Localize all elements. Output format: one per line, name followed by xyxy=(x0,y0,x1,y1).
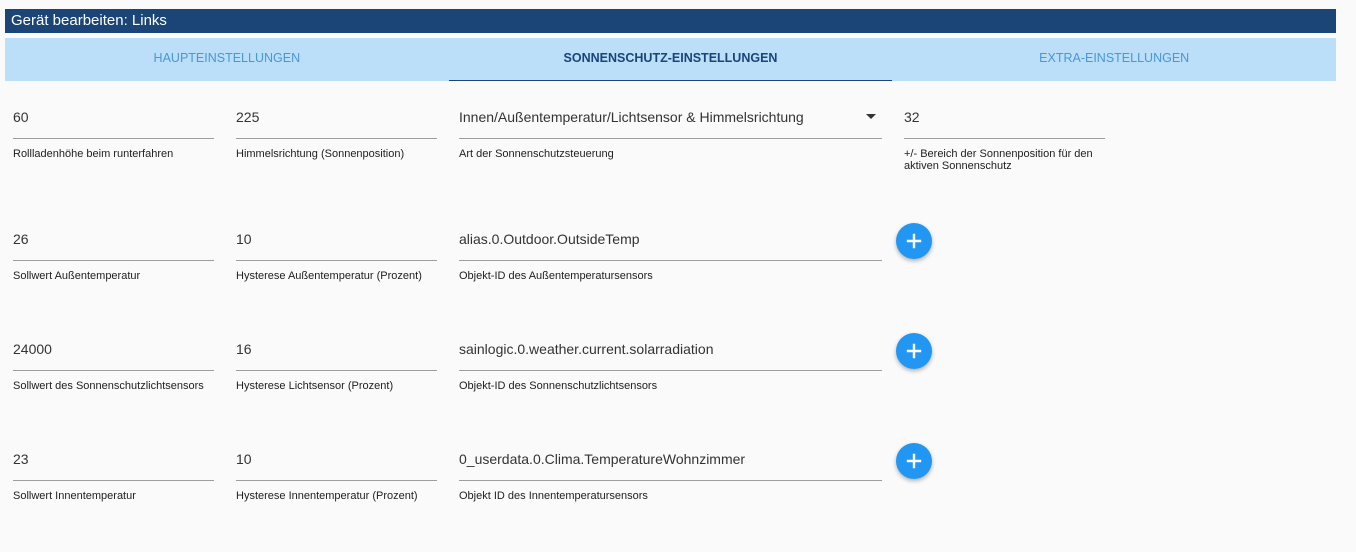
aussentemperatursensor-id-label: Objekt-ID des Außentemperatursensors xyxy=(459,270,653,282)
sonnenschutzsteuerung-label: Art der Sonnenschutzsteuerung xyxy=(459,148,614,160)
sollwert-lichtsensor-label: Sollwert des Sonnenschutzlichtsensors xyxy=(13,380,204,392)
sollwert-aussentemperatur-input[interactable]: 26 xyxy=(13,221,214,261)
tab-extra-einstellungen[interactable]: EXTRA-EINSTELLUNGEN xyxy=(892,38,1336,81)
tab-bar: HAUPTEINSTELLUNGEN SONNENSCHUTZ-EINSTELL… xyxy=(5,38,1336,81)
arrow-drop-down-icon xyxy=(866,114,876,119)
sonnenposition-bereich-field: 32 +/- Bereich der Sonnenposition für de… xyxy=(904,99,1105,172)
aussentemperatursensor-id-input[interactable]: alias.0.Outdoor.OutsideTemp xyxy=(459,221,882,261)
sollwert-aussentemperatur-field: 26 Sollwert Außentemperatur xyxy=(13,221,214,282)
sonnenschutzsteuerung-field: Innen/Außentemperatur/Lichtsensor & Himm… xyxy=(459,99,882,160)
sonnenschutzsteuerung-select[interactable]: Innen/Außentemperatur/Lichtsensor & Himm… xyxy=(459,99,882,139)
hysterese-lichtsensor-input[interactable]: 16 xyxy=(236,331,437,371)
hysterese-innentemperatur-input[interactable]: 10 xyxy=(236,441,437,481)
himmelsrichtung-label: Himmelsrichtung (Sonnenposition) xyxy=(236,148,405,160)
lichtsensor-id-field: sainlogic.0.weather.current.solarradiati… xyxy=(459,331,882,392)
rollladenhoehe-field: 60 Rollladenhöhe beim runterfahren xyxy=(13,99,214,160)
sollwert-innentemperatur-input[interactable]: 23 xyxy=(13,441,214,481)
himmelsrichtung-field: 225 Himmelsrichtung (Sonnenposition) xyxy=(236,99,437,160)
aussentemperatursensor-id-field: alias.0.Outdoor.OutsideTemp Objekt-ID de… xyxy=(459,221,882,282)
innentemperatursensor-id-input[interactable]: 0_userdata.0.Clima.TemperatureWohnzimmer xyxy=(459,441,882,481)
sollwert-lichtsensor-field: 24000 Sollwert des Sonnenschutzlichtsens… xyxy=(13,331,214,392)
sollwert-aussentemperatur-label: Sollwert Außentemperatur xyxy=(13,270,141,282)
hysterese-lichtsensor-label: Hysterese Lichtsensor (Prozent) xyxy=(236,380,394,392)
hysterese-innentemperatur-field: 10 Hysterese Innentemperatur (Prozent) xyxy=(236,441,437,502)
hysterese-aussentemperatur-field: 10 Hysterese Außentemperatur (Prozent) xyxy=(236,221,437,282)
hysterese-innentemperatur-label: Hysterese Innentemperatur (Prozent) xyxy=(236,490,418,502)
lichtsensor-id-label: Objekt-ID des Sonnenschutzlichtsensors xyxy=(459,380,658,392)
add-innentemperatursensor-button[interactable] xyxy=(896,443,932,479)
plus-icon xyxy=(906,343,922,359)
add-lichtsensor-button[interactable] xyxy=(896,333,932,369)
hysterese-aussentemperatur-label: Hysterese Außentemperatur (Prozent) xyxy=(236,270,422,282)
plus-icon xyxy=(906,453,922,469)
rollladenhoehe-label: Rollladenhöhe beim runterfahren xyxy=(13,148,174,160)
innentemperatursensor-id-field: 0_userdata.0.Clima.TemperatureWohnzimmer… xyxy=(459,441,882,502)
plus-icon xyxy=(906,233,922,249)
hysterese-aussentemperatur-input[interactable]: 10 xyxy=(236,221,437,261)
sonnenschutzsteuerung-selected-value: Innen/Außentemperatur/Lichtsensor & Himm… xyxy=(459,109,804,125)
himmelsrichtung-input[interactable]: 225 xyxy=(236,99,437,139)
add-aussentemperatursensor-button[interactable] xyxy=(896,223,932,259)
innentemperatursensor-id-label: Objekt ID des Innentemperatursensors xyxy=(459,490,648,502)
tab-haupteinstellungen[interactable]: HAUPTEINSTELLUNGEN xyxy=(5,38,449,81)
lichtsensor-id-input[interactable]: sainlogic.0.weather.current.solarradiati… xyxy=(459,331,882,371)
dialog-title: Gerät bearbeiten: Links xyxy=(5,9,1336,33)
sollwert-lichtsensor-input[interactable]: 24000 xyxy=(13,331,214,371)
sollwert-innentemperatur-label: Sollwert Innentemperatur xyxy=(13,490,136,502)
hysterese-lichtsensor-field: 16 Hysterese Lichtsensor (Prozent) xyxy=(236,331,437,392)
tab-sonnenschutz-einstellungen[interactable]: SONNENSCHUTZ-EINSTELLUNGEN xyxy=(448,38,893,81)
sonnenposition-bereich-label: +/- Bereich der Sonnenposition für den a… xyxy=(904,148,1093,172)
sollwert-innentemperatur-field: 23 Sollwert Innentemperatur xyxy=(13,441,214,502)
rollladenhoehe-input[interactable]: 60 xyxy=(13,99,214,139)
sonnenposition-bereich-input[interactable]: 32 xyxy=(904,99,1105,139)
